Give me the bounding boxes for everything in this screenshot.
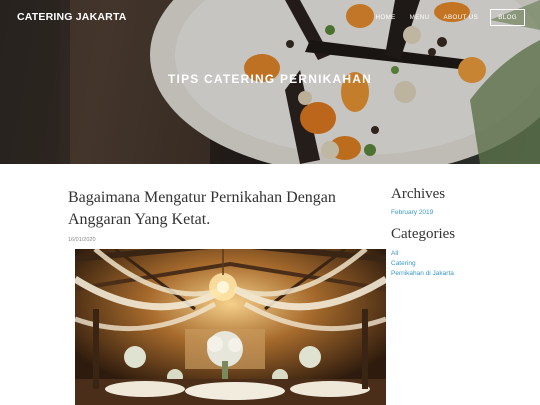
post-date: 16/01/2020	[68, 237, 96, 243]
wedding-hall-photo	[75, 249, 386, 405]
nav-menu[interactable]: MENU	[410, 14, 430, 21]
categories-heading: Categories	[391, 226, 456, 242]
site-brand[interactable]: CATERING JAKARTA	[17, 11, 127, 23]
nav-about-us[interactable]: ABOUT US	[443, 14, 478, 21]
post-title-line-2: Anggaran Yang Ketat.	[68, 211, 211, 228]
nav-home[interactable]: HOME	[375, 14, 395, 21]
nav-blog-button[interactable]: BLOG	[490, 9, 525, 26]
main-nav: HOME MENU ABOUT US BLOG	[361, 9, 525, 26]
archives-heading: Archives	[391, 186, 446, 202]
hero-banner: CATERING JAKARTA HOME MENU ABOUT US BLOG…	[0, 0, 540, 164]
category-link-catering[interactable]: Catering	[391, 260, 416, 267]
post-featured-image[interactable]	[75, 249, 386, 405]
post-title[interactable]: Bagaimana Mengatur Pernikahan Dengan Ang…	[68, 187, 368, 231]
category-link-all[interactable]: All	[391, 250, 398, 257]
post-title-line-1: Bagaimana Mengatur Pernikahan Dengan	[68, 189, 336, 206]
category-link-pernikahan-di-jakarta[interactable]: Pernikahan di Jakarta	[391, 270, 454, 277]
hero-title: TIPS CATERING PERNIKAHAN	[168, 72, 372, 86]
archive-link-february-2019[interactable]: February 2019	[391, 209, 433, 216]
